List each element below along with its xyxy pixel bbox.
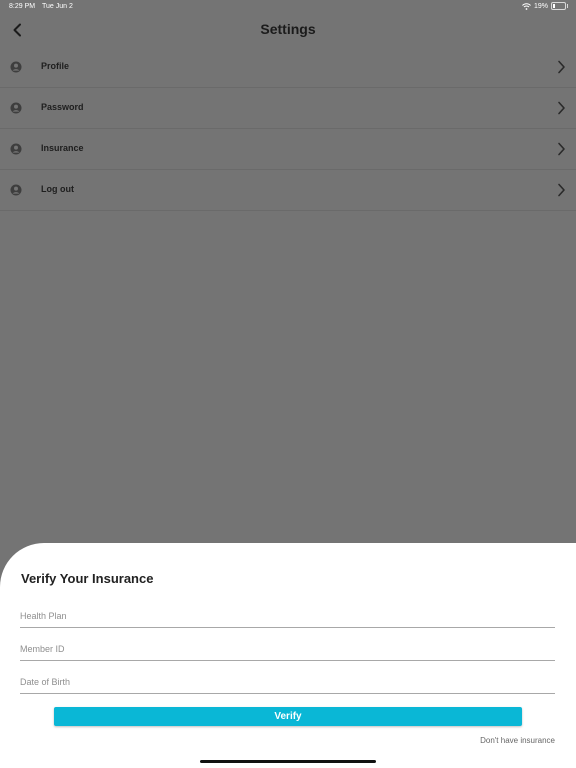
chevron-right-icon: [558, 60, 565, 74]
battery-percent: 19%: [533, 2, 548, 10]
battery-icon: [551, 2, 568, 10]
navigation-bar: Settings: [0, 14, 576, 46]
settings-list: Profile Password Insurance Log out: [0, 47, 576, 211]
chevron-right-icon: [558, 142, 565, 156]
health-plan-input[interactable]: [20, 605, 555, 628]
date-of-birth-input[interactable]: [20, 671, 555, 694]
user-circle-icon: [10, 61, 22, 73]
settings-item-label: Log out: [41, 184, 74, 194]
settings-item-label: Profile: [41, 61, 70, 71]
user-circle-icon: [10, 102, 22, 114]
status-bar: 8:29 PM Tue Jun 2 19%: [0, 0, 576, 14]
settings-item-label: Insurance: [41, 143, 84, 153]
settings-item-password[interactable]: Password: [0, 88, 576, 129]
user-circle-icon: [10, 143, 22, 155]
chevron-right-icon: [558, 101, 565, 115]
member-id-input[interactable]: [20, 638, 555, 661]
user-circle-icon: [10, 184, 22, 196]
status-date: Tue Jun 2: [42, 3, 73, 10]
verify-insurance-sheet: Verify Your Insurance Verify Don't have …: [0, 543, 576, 768]
wifi-icon: [522, 2, 531, 10]
sheet-title: Verify Your Insurance: [21, 571, 154, 586]
settings-item-profile[interactable]: Profile: [0, 47, 576, 88]
chevron-right-icon: [558, 183, 565, 197]
verify-button[interactable]: Verify: [54, 707, 522, 726]
settings-item-label: Password: [41, 102, 84, 112]
no-insurance-link[interactable]: Don't have insurance: [480, 736, 555, 745]
settings-item-insurance[interactable]: Insurance: [0, 129, 576, 170]
settings-item-log-out[interactable]: Log out: [0, 170, 576, 211]
page-title: Settings: [260, 21, 316, 37]
home-indicator: [200, 760, 376, 763]
status-right-group: 19%: [522, 2, 568, 10]
status-time: 8:29 PM: [9, 3, 36, 10]
